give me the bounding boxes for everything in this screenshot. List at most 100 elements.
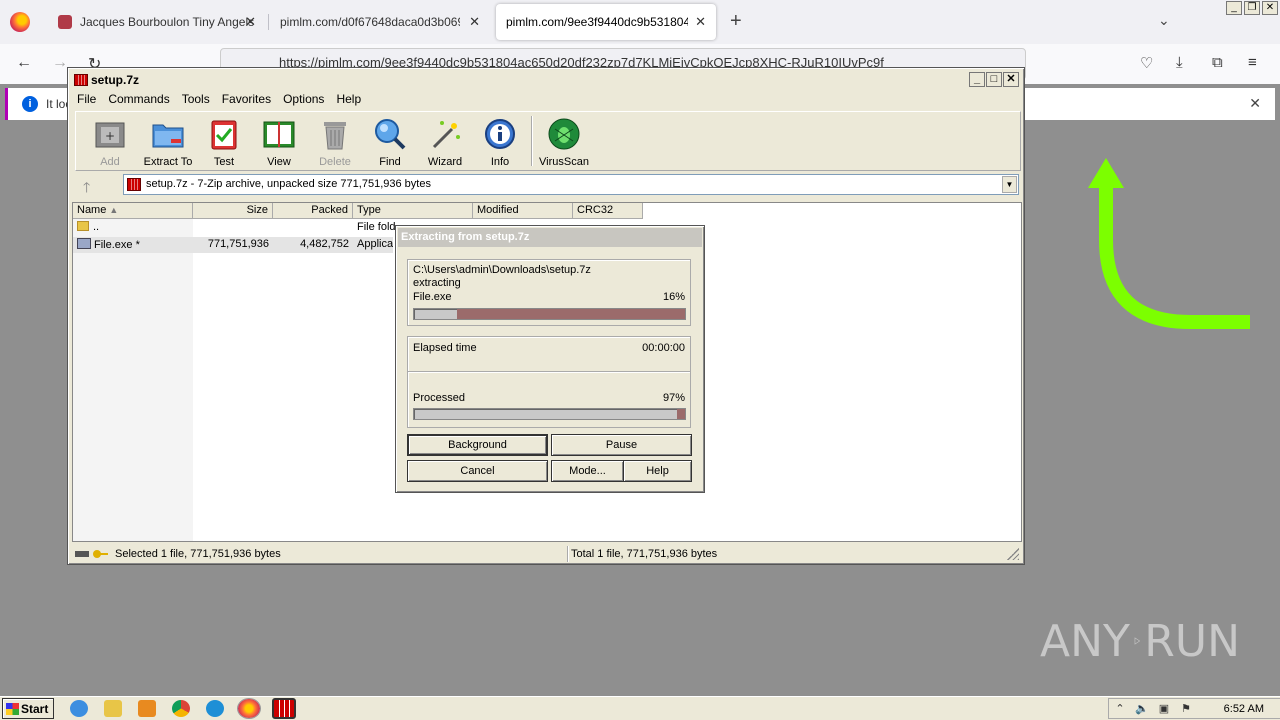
- test-icon: [211, 120, 237, 150]
- column-header-type[interactable]: Type: [353, 203, 473, 219]
- file-percent: 16%: [662, 291, 685, 303]
- extensions-icon[interactable]: ⧉: [1212, 54, 1223, 71]
- mode-button[interactable]: Mode...: [551, 460, 624, 482]
- menu-icon[interactable]: ≡: [1248, 54, 1257, 71]
- download-icon[interactable]: ⤓: [1176, 54, 1183, 71]
- clock[interactable]: 6:52 AM: [1224, 703, 1264, 715]
- menu-tools[interactable]: Tools: [176, 90, 216, 108]
- drive-key-icon: [75, 550, 108, 558]
- help-button[interactable]: Help: [623, 460, 692, 482]
- menu-help[interactable]: Help: [330, 90, 367, 108]
- pocket-icon[interactable]: ♡: [1140, 54, 1153, 72]
- maximize-icon[interactable]: □: [986, 72, 1002, 87]
- cancel-button[interactable]: Cancel: [407, 460, 548, 482]
- test-label: Test: [213, 156, 235, 168]
- info-button[interactable]: Info: [472, 114, 528, 168]
- menu-favorites[interactable]: Favorites: [216, 90, 277, 108]
- table-row[interactable]: .. File fold: [73, 220, 403, 236]
- volume-icon[interactable]: 🔈: [1135, 702, 1149, 716]
- info-icon: i: [22, 96, 38, 112]
- column-label: Name: [77, 204, 107, 216]
- restore-icon[interactable]: ❐: [1244, 1, 1260, 15]
- test-button[interactable]: Test: [196, 114, 252, 168]
- close-icon[interactable]: ✕: [245, 14, 256, 30]
- menu-options[interactable]: Options: [277, 90, 330, 108]
- back-icon[interactable]: ←: [16, 54, 32, 72]
- browser-tab-1[interactable]: Jacques Bourboulon Tiny Angels _ ✕: [48, 4, 266, 40]
- delete-label: Delete: [319, 156, 351, 168]
- close-icon[interactable]: ✕: [1262, 1, 1278, 15]
- minimize-icon[interactable]: _: [1226, 1, 1242, 15]
- menu-commands[interactable]: Commands: [102, 90, 175, 108]
- start-button[interactable]: Start: [2, 698, 54, 719]
- pause-button[interactable]: Pause: [551, 434, 692, 456]
- ie-icon[interactable]: [70, 700, 88, 717]
- system-tray: ⌃ 🔈 ▣ ⚑ 6:52 AM: [1108, 698, 1280, 719]
- virusscan-button[interactable]: VirusScan: [536, 114, 592, 168]
- column-header-size[interactable]: Size: [193, 203, 273, 219]
- processed-percent: 97%: [662, 392, 685, 404]
- close-icon[interactable]: ✕: [469, 14, 480, 30]
- sorted-column-shade: [73, 219, 193, 541]
- close-icon[interactable]: ✕: [1003, 72, 1019, 87]
- browser-tab-bar: Jacques Bourboulon Tiny Angels _ ✕ pimlm…: [0, 0, 1280, 44]
- total-progress-bar: [413, 408, 686, 420]
- window-title: setup.7z: [91, 73, 140, 87]
- find-button[interactable]: Find: [362, 114, 418, 168]
- menu-file[interactable]: File: [71, 90, 102, 108]
- dialog-title[interactable]: Extracting from setup.7z: [398, 228, 702, 247]
- chrome-icon[interactable]: [172, 700, 190, 717]
- dropdown-arrow-icon[interactable]: ▼: [1002, 176, 1017, 193]
- 7zip-app-icon: [74, 74, 88, 86]
- background-button[interactable]: Background: [407, 434, 548, 456]
- close-icon[interactable]: ✕: [695, 14, 706, 30]
- flag-icon[interactable]: ⚑: [1179, 702, 1193, 716]
- table-row[interactable]: File.exe * 771,751,936 4,482,752 Applica…: [73, 237, 393, 253]
- svg-text:+: +: [105, 129, 115, 143]
- address-combo[interactable]: setup.7z - 7-Zip archive, unpacked size …: [123, 174, 1019, 195]
- anyrun-logo-icon: [1134, 637, 1141, 645]
- delete-button[interactable]: Delete: [307, 114, 363, 168]
- panel-divider: [408, 371, 690, 373]
- add-button[interactable]: + Add: [82, 114, 138, 168]
- extract-to-label: Extract To: [143, 156, 193, 168]
- browser-tab-2[interactable]: pimlm.com/d0f67648daca0d3b069219 ✕: [270, 4, 490, 40]
- firefox-icon[interactable]: [10, 12, 30, 32]
- network-icon[interactable]: ▣: [1157, 702, 1171, 716]
- tab-label: Jacques Bourboulon Tiny Angels _: [80, 15, 256, 29]
- view-label: View: [267, 156, 291, 168]
- elapsed-value: 00:00:00: [642, 342, 685, 354]
- chevron-up-icon[interactable]: ⌃: [1113, 702, 1127, 716]
- minimize-icon[interactable]: _: [969, 72, 985, 87]
- firefox-taskbar-icon[interactable]: [237, 698, 261, 719]
- archive-icon: [127, 178, 141, 191]
- browser-tab-3-active[interactable]: pimlm.com/9ee3f9440dc9b531804ac65 ✕: [496, 4, 716, 40]
- up-arrow-icon[interactable]: 🡑: [83, 177, 90, 201]
- window-controls: _ ❐ ✕: [1226, 1, 1278, 15]
- watermark-right: RUN: [1144, 615, 1240, 667]
- forward-icon[interactable]: →: [52, 54, 68, 72]
- column-header-packed[interactable]: Packed: [273, 203, 353, 219]
- resize-grip-icon[interactable]: [1007, 548, 1019, 560]
- file-explorer-icon[interactable]: [104, 700, 122, 717]
- chevron-down-icon[interactable]: ⌄: [1158, 12, 1170, 29]
- start-label: Start: [21, 702, 49, 716]
- edge-icon[interactable]: [206, 700, 224, 717]
- extract-to-button[interactable]: Extract To: [140, 114, 196, 168]
- close-icon[interactable]: ✕: [1249, 95, 1261, 112]
- media-player-icon[interactable]: [138, 700, 156, 717]
- 7zip-taskbar-icon[interactable]: [272, 698, 296, 719]
- view-button[interactable]: View: [251, 114, 307, 168]
- folder-icon: [77, 221, 89, 231]
- window-title-bar[interactable]: setup.7z _ □ ✕: [71, 71, 1021, 89]
- menu-bar: File Commands Tools Favorites Options He…: [71, 90, 367, 108]
- new-tab-icon[interactable]: +: [730, 10, 742, 33]
- watermark-left: ANY: [1040, 615, 1130, 667]
- file-packed: [273, 220, 353, 236]
- column-header-crc32[interactable]: CRC32: [573, 203, 643, 219]
- column-header-name[interactable]: Name ▲: [73, 203, 193, 219]
- wizard-button[interactable]: Wizard: [417, 114, 473, 168]
- file-type: Applicat: [357, 238, 393, 250]
- column-header-modified[interactable]: Modified: [473, 203, 573, 219]
- view-icon: [263, 121, 295, 148]
